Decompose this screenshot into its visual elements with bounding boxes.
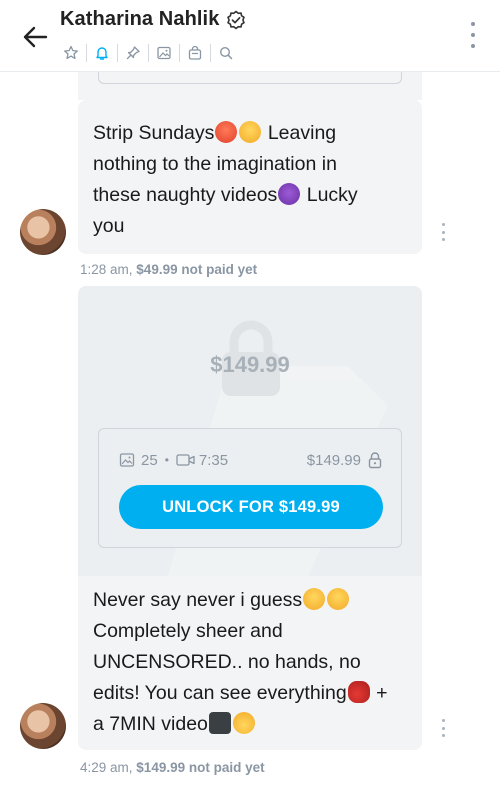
verified-icon <box>226 10 246 30</box>
message-options-button[interactable] <box>440 719 446 737</box>
message-line: these naughty videos <box>93 184 278 206</box>
message-line: a 7MIN video <box>93 713 208 735</box>
message-text: Strip Sundays Leaving nothing to the ima… <box>93 118 413 242</box>
title-row: Katharina Nahlik <box>60 8 246 31</box>
message-options-button[interactable] <box>440 223 446 241</box>
message-line: UNCENSORED.. no hands, no <box>93 651 361 673</box>
image-icon <box>119 453 135 467</box>
cherries-emoji-icon <box>347 681 370 703</box>
price-overlay: $149.99 <box>210 352 290 377</box>
bag-icon <box>188 45 202 60</box>
image-count: 25 <box>119 452 158 469</box>
message-line: Never say never i guess <box>93 589 303 611</box>
chat-header: Katharina Nahlik <box>0 0 500 72</box>
divider <box>148 44 149 62</box>
message-line: + <box>376 682 388 704</box>
lock-icon <box>368 452 382 469</box>
flushed-face-emoji-icon <box>303 588 326 610</box>
locked-media: $149.99 25 • 7:35 $149.99 UNLOCK FOR $14… <box>78 286 422 576</box>
unlock-card: 25 • 7:35 $149.99 UNLOCK FOR $149.99 <box>98 428 402 548</box>
smiling-devil-emoji-icon <box>278 183 301 205</box>
peeking-face-emoji-icon <box>239 121 262 143</box>
message-time: 4:29 am, <box>80 760 133 775</box>
exploding-head-emoji-icon <box>232 712 255 734</box>
message-line: Lucky <box>306 184 358 206</box>
favorite-button[interactable] <box>58 42 84 64</box>
message-line: you <box>93 215 125 237</box>
unlock-button[interactable]: UNLOCK FOR $149.99 <box>119 485 383 529</box>
star-icon <box>64 45 78 60</box>
pin-button[interactable] <box>120 42 146 64</box>
search-icon <box>219 46 233 60</box>
message-text: Never say never i guess Completely sheer… <box>93 585 415 740</box>
message-meta: 4:29 am, $149.99 not paid yet <box>80 760 265 775</box>
divider <box>86 44 87 62</box>
card-price: $149.99 <box>306 451 361 469</box>
bell-icon <box>96 47 108 60</box>
video-length: 7:35 <box>176 452 228 469</box>
price-status: $149.99 not paid yet <box>136 760 265 775</box>
message-line: Leaving <box>267 122 337 144</box>
media-info-row: 25 • 7:35 $149.99 <box>119 449 383 471</box>
message-line: edits! You can see everything <box>93 682 347 704</box>
chat-title[interactable]: Katharina Nahlik <box>60 8 219 31</box>
back-button[interactable] <box>18 20 52 54</box>
more-vertical-icon <box>471 22 475 26</box>
media-button[interactable] <box>151 42 177 64</box>
divider <box>117 44 118 62</box>
divider <box>179 44 180 62</box>
message-bubble: Strip Sundays Leaving nothing to the ima… <box>78 100 422 254</box>
more-vertical-icon <box>441 719 445 722</box>
back-arrow-icon <box>23 26 48 48</box>
movie-camera-emoji-icon <box>208 712 231 734</box>
more-options-button[interactable] <box>468 22 478 48</box>
avatar[interactable] <box>20 209 66 255</box>
price-status: $49.99 not paid yet <box>136 262 258 277</box>
notifications-button[interactable] <box>89 42 115 64</box>
message-line: Completely sheer and <box>93 620 283 642</box>
message-line: Strip Sundays <box>93 122 215 144</box>
avatar[interactable] <box>20 703 66 749</box>
message-line: nothing to the imagination in <box>93 153 337 175</box>
header-actions <box>58 42 239 64</box>
pin-icon <box>126 46 140 60</box>
purchases-button[interactable] <box>182 42 208 64</box>
image-icon <box>157 46 171 60</box>
message-time: 1:28 am, <box>80 262 133 277</box>
search-button[interactable] <box>213 42 239 64</box>
separator-dot: • <box>164 453 169 467</box>
message-bubble: Never say never i guess Completely sheer… <box>78 576 422 750</box>
hot-face-emoji-icon <box>215 121 238 143</box>
message-meta: 1:28 am, $49.99 not paid yet <box>80 262 257 277</box>
more-vertical-icon <box>441 223 445 226</box>
divider <box>210 44 211 62</box>
video-icon <box>176 454 195 466</box>
peeking-face-emoji-icon <box>327 588 350 610</box>
